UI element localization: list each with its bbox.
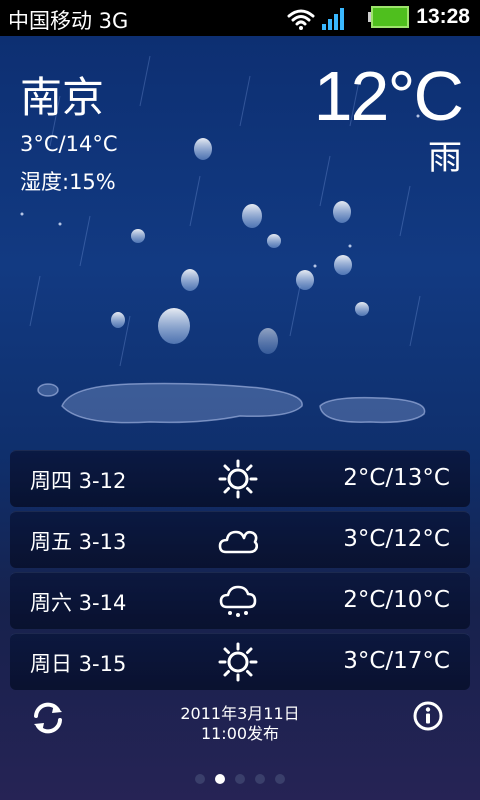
publish-time: 11:00发布 — [200, 724, 280, 743]
today-temp-range: 3°C/14°C — [20, 132, 118, 156]
forecast-temp: 3°C/17°C — [343, 648, 450, 674]
forecast-list: 周四 3-12 2°C/13°C 周五 3-13 3°C/12°C 周六 3-1… — [10, 450, 470, 694]
forecast-temp: 3°C/12°C — [343, 526, 450, 552]
forecast-row: 周五 3-13 3°C/12°C — [10, 511, 470, 568]
city-name[interactable]: 南京 — [20, 64, 104, 125]
sun-icon — [218, 642, 258, 682]
forecast-temp: 2°C/10°C — [343, 587, 450, 613]
current-condition: 雨 — [428, 138, 462, 178]
weather-main: 南京 3°C/14°C 湿度:15% 12°C 雨 周四 3-12 2°C/13… — [0, 36, 480, 800]
status-bar: 中国移动 3G 13:28 — [0, 0, 480, 36]
forecast-day: 周五 3-13 — [30, 530, 127, 554]
forecast-row: 周六 3-14 2°C/10°C — [10, 572, 470, 629]
weather-app-screen: 中国移动 3G 13:28 南京 3°C/14°C 湿度:15% 12°C 雨 … — [0, 0, 480, 800]
status-clock: 13:28 — [416, 5, 470, 28]
forecast-day: 周四 3-12 — [30, 469, 127, 493]
rain-cloud-icon — [219, 585, 257, 617]
forecast-row: 周四 3-12 2°C/13°C — [10, 450, 470, 507]
page-dot[interactable] — [255, 774, 265, 784]
page-dot[interactable] — [235, 774, 245, 784]
wifi-icon — [287, 9, 315, 30]
info-icon[interactable] — [412, 700, 444, 732]
page-dot-active[interactable] — [215, 774, 225, 784]
page-indicator — [0, 769, 480, 788]
bottom-toolbar: 2011年3月11日 11:00发布 — [0, 686, 480, 746]
cloud-icon — [218, 530, 258, 554]
page-dot[interactable] — [275, 774, 285, 784]
carrier-label: 中国移动 3G — [8, 9, 129, 33]
battery-icon — [368, 6, 409, 28]
humidity-label: 湿度:15% — [20, 170, 116, 194]
sun-icon — [218, 459, 258, 499]
current-temperature: 12°C — [313, 57, 464, 135]
forecast-day: 周六 3-14 — [30, 591, 127, 615]
forecast-row: 周日 3-15 3°C/17°C — [10, 633, 470, 690]
forecast-temp: 2°C/13°C — [343, 465, 450, 491]
signal-icon — [322, 8, 344, 30]
forecast-day: 周日 3-15 — [30, 652, 127, 676]
status-icons — [286, 4, 409, 36]
page-dot[interactable] — [195, 774, 205, 784]
